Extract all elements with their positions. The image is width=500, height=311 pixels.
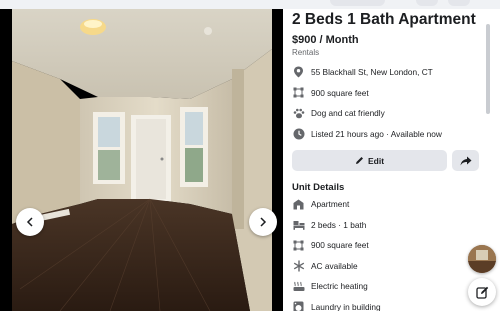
compose-icon: [475, 286, 488, 299]
listing-photo: [0, 9, 283, 311]
next-photo-button[interactable]: [249, 208, 277, 236]
heater-icon: [292, 280, 305, 293]
info-text: Dog and cat friendly: [311, 108, 385, 119]
listing-details-panel: 2 Beds 1 Bath Apartment $900 / Month Ren…: [283, 9, 483, 311]
square-feet-icon: [292, 239, 305, 252]
paw-icon: [292, 107, 305, 120]
square-feet-icon: [292, 86, 305, 99]
unit-detail-row: 2 beds · 1 bath: [292, 215, 483, 236]
listing-actions: Edit: [292, 150, 483, 171]
listing-title: 2 Beds 1 Bath Apartment: [292, 11, 476, 28]
unit-detail-text: Laundry in building: [311, 301, 381, 311]
share-button[interactable]: [452, 150, 479, 171]
chevron-right-icon: [260, 217, 267, 227]
unit-detail-row: Apartment: [292, 194, 483, 215]
top-pill: [330, 0, 385, 6]
unit-detail-row: AC available: [292, 256, 483, 277]
bed-icon: [292, 218, 305, 231]
unit-detail-text: Electric heating: [311, 281, 368, 292]
avatar-photo: [468, 245, 496, 273]
building-icon: [292, 198, 305, 211]
listing-info-list: 55 Blackhall St, New London, CT 900 squa…: [292, 62, 483, 144]
info-text: Listed 21 hours ago · Available now: [311, 128, 442, 139]
unit-detail-row: 900 square feet: [292, 235, 483, 256]
edit-button-label: Edit: [367, 155, 385, 166]
unit-detail-text: AC available: [311, 260, 358, 271]
unit-details-heading: Unit Details: [292, 182, 345, 193]
top-pill: [448, 0, 470, 6]
previous-photo-button[interactable]: [16, 208, 44, 236]
info-text: 900 square feet: [311, 87, 369, 98]
panel-scrollbar-thumb[interactable]: [486, 24, 490, 114]
chat-head-avatar[interactable]: [468, 245, 496, 273]
info-text: 55 Blackhall St, New London, CT: [311, 67, 433, 78]
info-row-size: 900 square feet: [292, 83, 483, 104]
listing-category[interactable]: Rentals: [292, 48, 483, 57]
unit-details-list: Apartment 2 beds · 1 bath 900 square fee…: [292, 194, 483, 311]
unit-detail-text: 2 beds · 1 bath: [311, 219, 367, 230]
unit-detail-row: Laundry in building: [292, 297, 483, 311]
chevron-left-icon: [26, 217, 33, 227]
clock-icon: [292, 127, 305, 140]
listing-price: $900 / Month: [292, 34, 359, 46]
unit-detail-row: Electric heating: [292, 276, 483, 297]
laundry-icon: [292, 300, 305, 311]
map-pin-icon: [292, 66, 305, 79]
snowflake-icon: [292, 259, 305, 272]
unit-detail-text: Apartment: [311, 199, 350, 210]
edit-button[interactable]: Edit: [292, 150, 447, 171]
info-row-listed: Listed 21 hours ago · Available now: [292, 124, 483, 145]
info-row-pets: Dog and cat friendly: [292, 103, 483, 124]
browser-top-strip: [0, 0, 500, 9]
listing-photo-viewer: [0, 9, 283, 311]
info-row-location[interactable]: 55 Blackhall St, New London, CT: [292, 62, 483, 83]
unit-detail-text: 900 square feet: [311, 240, 369, 251]
new-message-button[interactable]: [468, 278, 496, 306]
pencil-icon: [355, 157, 363, 164]
share-arrow-icon: [460, 156, 471, 165]
top-pill: [416, 0, 438, 6]
